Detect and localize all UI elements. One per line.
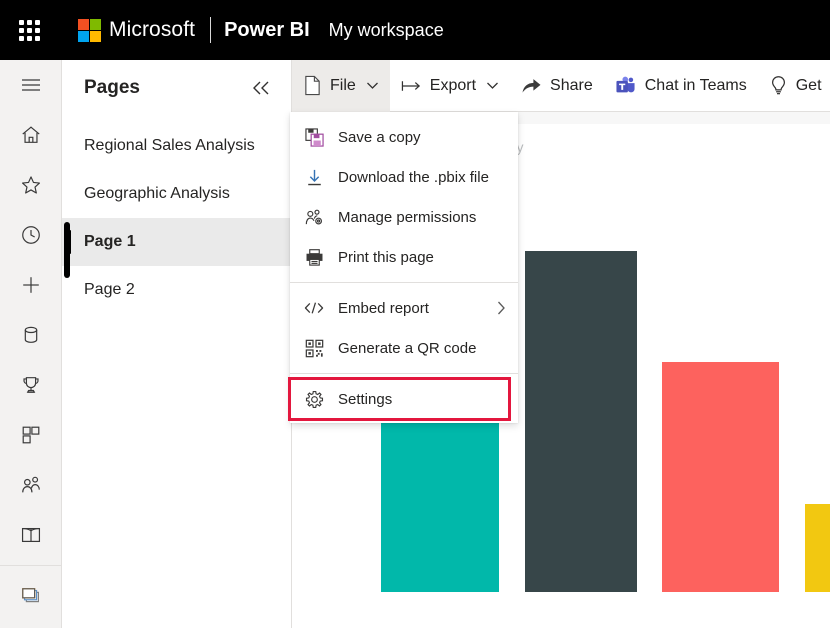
page-item-label: Geographic Analysis	[84, 185, 230, 202]
page-list-item-geographic-analysis[interactable]: Geographic Analysis	[62, 170, 291, 218]
menu-item-embed-report[interactable]: Embed report	[290, 288, 518, 328]
microsoft-logo[interactable]: Microsoft	[78, 18, 195, 42]
topbar-divider	[210, 17, 212, 43]
gear-icon	[304, 390, 324, 409]
share-button[interactable]: Share	[510, 60, 604, 112]
trophy-icon[interactable]	[0, 360, 62, 410]
clock-icon[interactable]	[0, 210, 62, 260]
menu-item-label: Print this page	[338, 248, 434, 266]
people-icon[interactable]	[0, 460, 62, 510]
microsoft-squares-icon	[78, 18, 101, 42]
file-dropdown-menu: Save a copy Download the .pbix file Mana…	[288, 112, 518, 423]
file-menu-button[interactable]: File	[292, 59, 390, 112]
book-icon[interactable]	[0, 510, 62, 560]
power-bi-report-window: Microsoft Power BI My workspace Pages Re…	[0, 0, 830, 628]
page-list-item-regional-sales-analysis[interactable]: Regional Sales Analysis	[62, 122, 291, 170]
manage-permissions-icon	[304, 208, 324, 227]
get-insights-button[interactable]: Get	[758, 60, 830, 112]
pages-scrollbar-thumb[interactable]	[64, 222, 70, 278]
apps-grid-icon[interactable]	[0, 410, 62, 460]
microsoft-wordmark: Microsoft	[109, 18, 196, 41]
chart-bar-2[interactable]	[525, 251, 637, 592]
chart-bar-4[interactable]	[805, 504, 830, 592]
get-insights-label: Get	[795, 76, 822, 94]
menu-item-generate-qr-code[interactable]: Generate a QR code	[290, 328, 518, 368]
chevron-down-icon	[366, 81, 379, 90]
menu-item-label: Embed report	[338, 299, 429, 317]
menu-item-print-this-page[interactable]: Print this page	[290, 237, 518, 277]
save-copy-icon	[304, 127, 324, 147]
download-icon	[304, 168, 324, 187]
menu-item-label: Manage permissions	[338, 208, 477, 226]
double-chevron-left-icon[interactable]	[245, 74, 277, 102]
star-icon[interactable]	[0, 160, 62, 210]
export-menu-label: Export	[429, 76, 477, 94]
menu-item-manage-permissions[interactable]: Manage permissions	[290, 197, 518, 237]
left-navigation-rail	[0, 60, 62, 628]
menu-item-label: Download the .pbix file	[338, 168, 489, 186]
code-icon	[304, 300, 324, 316]
menu-item-label: Generate a QR code	[338, 339, 477, 357]
workspaces-icon[interactable]	[0, 566, 62, 628]
product-name[interactable]: Power BI	[224, 19, 310, 42]
page-list-item-page-1[interactable]: Page 1	[62, 218, 291, 266]
report-toolbar: File Export Share Chat in Teams Get	[292, 59, 830, 112]
home-icon[interactable]	[0, 110, 62, 160]
top-navigation-bar: Microsoft Power BI My workspace	[0, 0, 830, 60]
workspace-name[interactable]: My workspace	[329, 20, 444, 41]
menu-item-save-a-copy[interactable]: Save a copy	[290, 117, 518, 157]
menu-item-label: Settings	[338, 390, 393, 408]
menu-item-label: Save a copy	[338, 128, 421, 146]
database-icon[interactable]	[0, 310, 62, 360]
menu-item-download-pbix[interactable]: Download the .pbix file	[290, 157, 518, 197]
plus-icon[interactable]	[0, 260, 62, 310]
menu-item-settings[interactable]: Settings	[288, 377, 511, 421]
export-menu-button[interactable]: Export	[390, 60, 510, 112]
share-label: Share	[550, 76, 593, 94]
pages-panel-header: Pages	[62, 60, 291, 116]
printer-icon	[304, 248, 324, 267]
hamburger-menu-icon[interactable]	[0, 60, 62, 110]
qr-code-icon	[304, 339, 324, 358]
menu-separator	[290, 282, 518, 283]
chat-in-teams-button[interactable]: Chat in Teams	[604, 60, 758, 112]
chat-in-teams-label: Chat in Teams	[644, 76, 747, 94]
chart-bar-3[interactable]	[662, 362, 779, 592]
page-title: Pages	[84, 77, 140, 98]
pages-list: Regional Sales Analysis Geographic Analy…	[62, 122, 291, 314]
file-menu-label: File	[330, 76, 356, 94]
chevron-right-icon	[496, 300, 506, 316]
page-item-label: Page 1	[84, 233, 136, 250]
menu-separator	[290, 373, 518, 374]
page-list-item-page-2[interactable]: Page 2	[62, 266, 291, 314]
pages-panel: Pages Regional Sales Analysis Geographic…	[62, 60, 292, 628]
chevron-down-icon	[486, 81, 499, 90]
page-item-label: Page 2	[84, 281, 135, 298]
app-launcher-icon[interactable]	[12, 13, 46, 47]
page-item-label: Regional Sales Analysis	[84, 137, 255, 154]
